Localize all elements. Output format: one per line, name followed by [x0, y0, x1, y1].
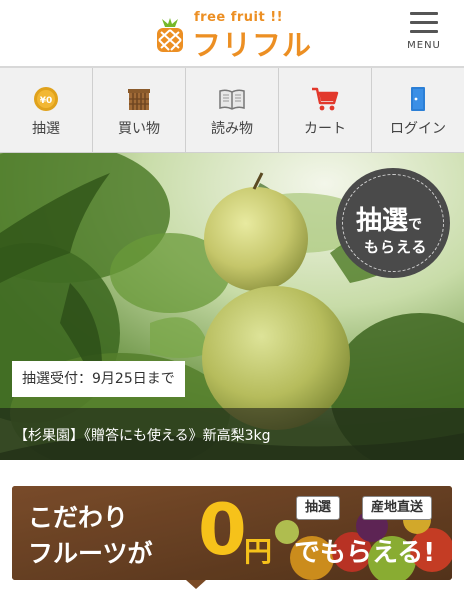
nav-label-articles: 読み物	[211, 121, 253, 137]
site-logo[interactable]: free fruit !! フリフル	[150, 8, 320, 62]
menu-label: MENU	[407, 40, 441, 51]
cart-icon	[312, 87, 339, 111]
nav-item-lottery[interactable]: ¥0 抽選	[0, 68, 93, 152]
product-caption-bar: 【杉果園】《贈答にも使える》新高梨3kg	[0, 408, 464, 460]
tag-direct-from-farm: 産地直送	[362, 496, 433, 520]
banner-headline-line2: フルーツが	[28, 539, 153, 568]
site-header: free fruit !! フリフル MENU	[0, 0, 464, 66]
lottery-badge: 抽選で もらえる	[336, 168, 450, 278]
badge-title: 抽選	[356, 206, 409, 236]
badge-subtitle: もらえる	[364, 238, 428, 256]
main-nav: ¥0 抽選 買い物 読み物 カート ログイン	[0, 66, 464, 153]
banner-headline-line1: こだわり	[28, 503, 129, 532]
nav-item-cart[interactable]: カート	[279, 68, 372, 152]
tag-lottery: 抽選	[296, 496, 341, 520]
promo-banner[interactable]: こだわり フルーツが 0 円 でもらえる! 抽選 産地直送	[12, 486, 452, 580]
banner-headline-suffix: でもらえる!	[294, 538, 436, 568]
nav-item-articles[interactable]: 読み物	[186, 68, 279, 152]
coin-icon: ¥0	[34, 87, 58, 111]
nav-item-shopping[interactable]: 買い物	[93, 68, 186, 152]
nav-label-login: ログイン	[390, 121, 446, 137]
menu-button[interactable]: MENU	[400, 8, 448, 54]
hamburger-icon	[410, 12, 438, 15]
svg-text:¥0: ¥0	[40, 96, 53, 106]
banner-pointer	[186, 580, 206, 589]
basket-icon	[128, 89, 150, 110]
nav-label-shopping: 買い物	[118, 121, 160, 137]
logo-text: フリフル	[192, 28, 313, 62]
pineapple-logo-icon	[157, 18, 183, 52]
login-icon	[411, 87, 425, 111]
nav-label-cart: カート	[304, 121, 346, 137]
nav-label-lottery: 抽選	[32, 121, 60, 137]
lottery-deadline: 抽選受付：9月25日まで	[12, 361, 185, 397]
featured-product-banner[interactable]: 抽選で もらえる 抽選受付：9月25日まで 【杉果園】《贈答にも使える》新高梨3…	[0, 153, 464, 460]
badge-title-suffix: で	[408, 217, 423, 233]
banner-price-unit: 円	[244, 535, 273, 568]
banner-price-zero: 0	[198, 489, 247, 571]
nav-item-login[interactable]: ログイン	[372, 68, 464, 152]
product-title[interactable]: 【杉果園】《贈答にも使える》新高梨3kg	[14, 425, 270, 445]
book-icon	[219, 89, 245, 110]
